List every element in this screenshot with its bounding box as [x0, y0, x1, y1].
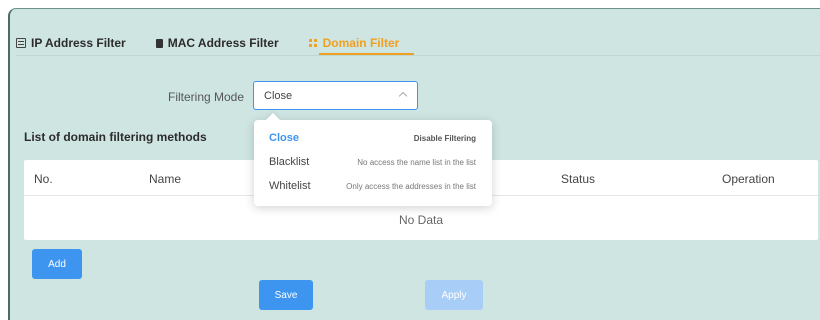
tab-label: IP Address Filter [31, 36, 126, 50]
dropdown-option-whitelist[interactable]: Whitelist Only access the addresses in t… [254, 175, 492, 199]
option-name: Whitelist [269, 180, 311, 192]
option-description: Disable Filtering [413, 134, 476, 143]
section-title: List of domain filtering methods [24, 130, 207, 144]
mac-chip-icon [155, 38, 163, 48]
filtering-mode-dropdown: Close Disable Filtering Blacklist No acc… [254, 120, 492, 206]
option-name: Blacklist [269, 156, 310, 168]
empty-table-message: No Data [399, 213, 444, 227]
filtering-mode-label: Filtering Mode [168, 90, 245, 104]
chevron-up-icon [398, 91, 408, 101]
tab-label: MAC Address Filter [167, 36, 279, 50]
save-button[interactable]: Save [259, 280, 313, 310]
add-button[interactable]: Add [32, 249, 82, 279]
tab-label: Domain Filter [322, 36, 400, 50]
filter-tabs: IP Address Filter MAC Address Filter Dom… [16, 33, 429, 53]
ip-list-icon [16, 38, 26, 48]
column-header-operation: Operation [722, 172, 775, 186]
tab-mac-address-filter[interactable]: MAC Address Filter [155, 33, 279, 53]
option-description: No access the name list in the list [357, 158, 476, 167]
column-header-no: No. [34, 172, 53, 186]
tabs-divider [16, 55, 820, 56]
option-name: Close [269, 132, 299, 144]
tab-ip-address-filter[interactable]: IP Address Filter [16, 33, 126, 53]
column-header-name: Name [149, 172, 182, 186]
dropdown-option-blacklist[interactable]: Blacklist No access the name list in the… [254, 151, 492, 175]
option-description: Only access the addresses in the list [346, 182, 476, 191]
column-header-status: Status [561, 172, 596, 186]
filtering-mode-select[interactable]: Close [253, 81, 418, 110]
filtering-mode-value: Close [264, 90, 293, 102]
domain-grid-icon [308, 38, 318, 48]
tab-domain-filter[interactable]: Domain Filter [308, 33, 400, 53]
apply-button[interactable]: Apply [425, 280, 483, 310]
dropdown-option-close[interactable]: Close Disable Filtering [254, 127, 492, 151]
